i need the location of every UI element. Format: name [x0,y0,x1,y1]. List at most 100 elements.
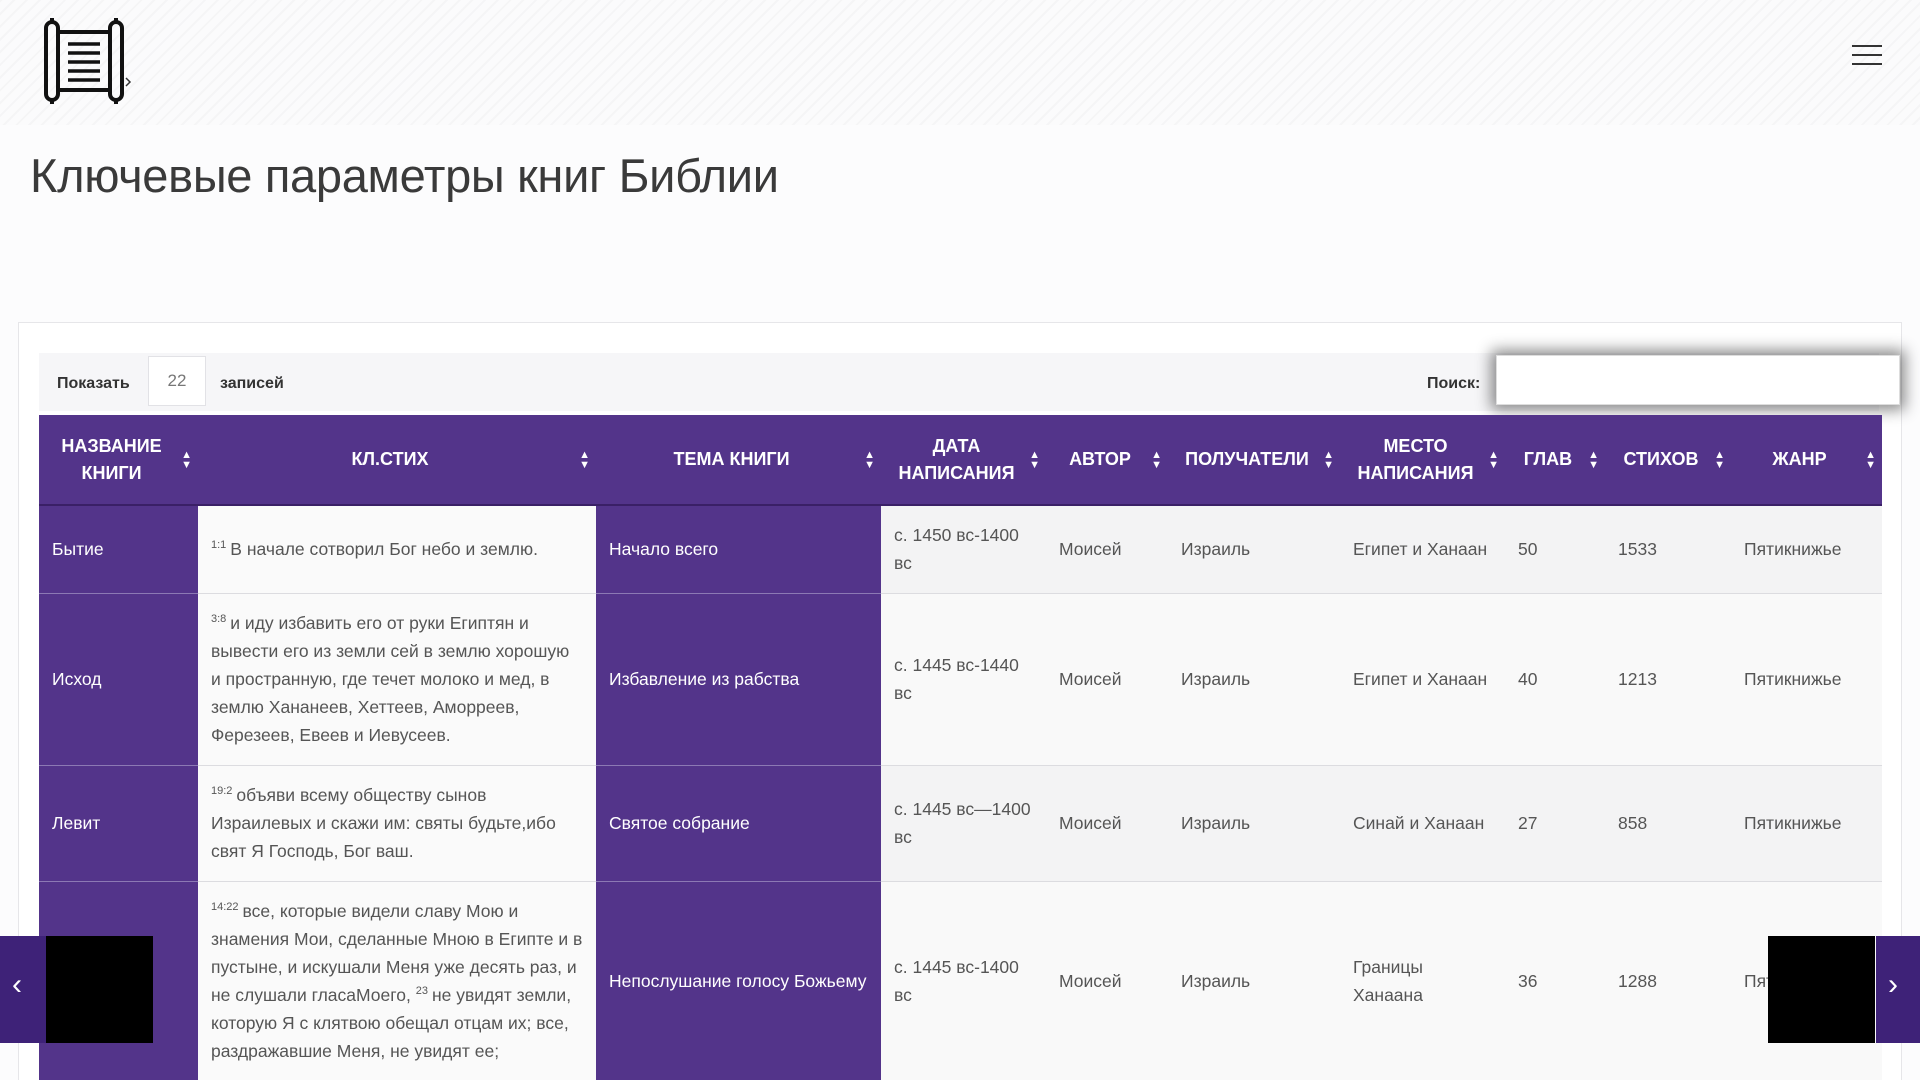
cell-book-name: Левит [39,765,198,882]
col-label: ДАТА НАПИСАНИЯ [898,435,1015,483]
col-header-name[interactable]: НАЗВАНИЕ КНИГИ ▲ ▼ [39,415,198,506]
col-header-theme[interactable]: ТЕМА КНИГИ ▲ ▼ [596,415,881,506]
search-input[interactable] [1496,355,1900,405]
cell-key-verse: 14:22 все, которые видели славу Мою и зна… [198,881,596,1080]
sort-icon: ▲ ▼ [1488,448,1499,471]
verse-ref: 14:22 [211,901,239,914]
page-length-select[interactable]: 22 [148,356,206,406]
col-label: ТЕМА КНИГИ [673,449,790,469]
cell-date: с. 1445 вс—1400 вс [881,765,1046,882]
cell-book-name: Бытие [39,505,198,594]
cell-key-verse: 19:2 объяви всему обществу сынов Израилев… [198,765,596,882]
cell-place: Границы Ханаана [1340,881,1505,1080]
col-header-date[interactable]: ДАТА НАПИСАНИЯ ▲ ▼ [881,415,1046,506]
cell-date: с. 1450 вс-1400 вс [881,505,1046,594]
cell-recipients: Израиль [1168,593,1340,766]
menu-line [1852,54,1882,56]
cell-key-verse: 3:8 и иду избавить его от руки Египтян и … [198,593,596,766]
table-controls: Показать 22 записей Поиск: [39,353,1900,411]
verse-ref: 3:8 [211,613,227,626]
books-table: НАЗВАНИЕ КНИГИ ▲ ▼ КЛ.СТИХ ▲ ▼ ТЕМА КНИГИ ▲ ▼ … [39,415,1882,1080]
col-label: КЛ.СТИХ [351,449,429,469]
col-header-verse[interactable]: КЛ.СТИХ ▲ ▼ [198,415,596,506]
cell-verses: 858 [1605,765,1731,882]
cell-verses: 1288 [1605,881,1731,1080]
sort-icon: ▲ ▼ [1151,448,1162,471]
cell-book-name: Исход [39,593,198,766]
col-header-recipients[interactable]: ПОЛУЧАТЕЛИ ▲ ▼ [1168,415,1340,506]
sort-icon: ▲ ▼ [579,448,590,471]
sort-icon: ▲ ▼ [1865,448,1876,471]
col-header-place[interactable]: МЕСТО НАПИСАНИЯ ▲ ▼ [1340,415,1505,506]
col-header-genre[interactable]: ЖАНР ▲ ▼ [1731,415,1882,506]
prev-button[interactable]: ‹ [0,936,46,1043]
chevron-right-icon: › [1888,968,1898,1001]
col-label: СТИХОВ [1623,449,1699,469]
cell-recipients: Израиль [1168,765,1340,882]
sort-icon: ▲ ▼ [864,448,875,471]
scroll-icon[interactable] [38,18,134,104]
col-label: ЖАНР [1772,449,1827,469]
col-header-author[interactable]: АВТОР ▲ ▼ [1046,415,1168,506]
sort-icon: ▲ ▼ [1588,448,1599,471]
hamburger-icon[interactable] [1852,45,1882,69]
cell-theme: Святое собрание [596,765,881,882]
site-header [0,0,1920,125]
table-row: Бытие 1:1 В начале сотворил Бог небо и зе… [39,505,1882,594]
menu-line [1852,63,1882,65]
table-row: 14:22 все, которые видели славу Мою и зна… [39,881,1882,1080]
col-label: АВТОР [1069,449,1131,469]
records-label: записей [220,375,284,392]
col-label: ПОЛУЧАТЕЛИ [1185,449,1309,469]
table-row: Исход 3:8 и иду избавить его от руки Егип… [39,593,1882,766]
cell-theme: Начало всего [596,505,881,594]
col-label: МЕСТО НАПИСАНИЯ [1357,435,1474,483]
table-panel: Показать 22 записей Поиск: НАЗВАНИЕ КНИГ… [18,322,1902,1080]
cell-author: Моисей [1046,765,1168,882]
cell-place: Египет и Ханаан [1340,593,1505,766]
col-label: ГЛАВ [1523,449,1573,469]
verse-ref: 19:2 [211,785,233,798]
col-label: НАЗВАНИЕ КНИГИ [61,435,162,483]
cell-chapters: 40 [1505,593,1605,766]
thumbnail-placeholder [46,936,153,1043]
cell-author: Моисей [1046,505,1168,594]
chevron-left-icon: ‹ [12,968,22,1001]
cell-chapters: 50 [1505,505,1605,594]
cell-date: с. 1445 вс-1400 вс [881,881,1046,1080]
next-button[interactable]: › [1876,936,1920,1043]
sort-icon: ▲ ▼ [181,448,192,471]
page-title: Ключевые параметры книг Библии [30,149,779,202]
verse-ref: 1:1 [211,539,227,552]
sort-icon: ▲ ▼ [1323,448,1334,471]
verse-text: объяви всему обществу сынов Израилевых и… [211,785,556,861]
sort-icon: ▲ ▼ [1029,448,1040,471]
cell-chapters: 36 [1505,881,1605,1080]
verse-ref: 23 [415,985,428,998]
col-header-verses[interactable]: СТИХОВ ▲ ▼ [1605,415,1731,506]
cell-genre: Пятикнижье [1731,765,1882,882]
cell-recipients: Израиль [1168,505,1340,594]
verse-text: и иду избавить его от руки Египтян и выв… [211,613,570,745]
thumbnail-placeholder [1768,936,1875,1043]
cell-chapters: 27 [1505,765,1605,882]
cell-verses: 1213 [1605,593,1731,766]
cell-verses: 1533 [1605,505,1731,594]
cell-date: с. 1445 вс-1440 вс [881,593,1046,766]
table-header-row: НАЗВАНИЕ КНИГИ ▲ ▼ КЛ.СТИХ ▲ ▼ ТЕМА КНИГИ ▲ ▼ … [39,415,1882,506]
cell-theme: Непослушание голосу Божьему [596,881,881,1080]
cell-genre: Пятикнижье [1731,593,1882,766]
cell-genre: Пятикнижье [1731,505,1882,594]
sort-icon: ▲ ▼ [1714,448,1725,471]
cell-key-verse: 1:1 В начале сотворил Бог небо и землю. [198,505,596,594]
cell-recipients: Израиль [1168,881,1340,1080]
cell-theme: Избавление из рабства [596,593,881,766]
verse-text: В начале сотворил Бог небо и землю. [230,539,538,560]
cell-author: Моисей [1046,593,1168,766]
search-label: Поиск: [1427,375,1481,392]
cell-place: Египет и Ханаан [1340,505,1505,594]
col-header-chapters[interactable]: ГЛАВ ▲ ▼ [1505,415,1605,506]
cell-place: Синай и Ханаан [1340,765,1505,882]
table-row: Левит 19:2 объяви всему обществу сынов Из… [39,765,1882,882]
cell-author: Моисей [1046,881,1168,1080]
